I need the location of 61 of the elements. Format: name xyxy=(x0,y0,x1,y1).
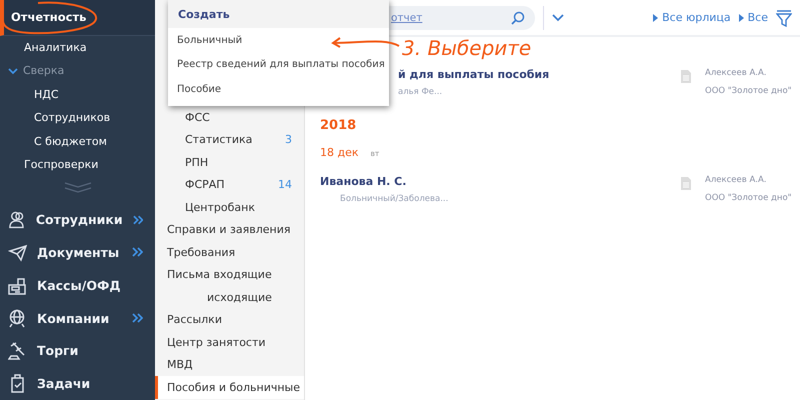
nav-item[interactable]: РПН xyxy=(155,151,304,174)
search-icon xyxy=(511,10,525,24)
paper-plane-icon xyxy=(8,242,27,262)
sidebar-item[interactable]: С бюджетом xyxy=(0,130,155,153)
author-name: Алексеев А.А. xyxy=(705,175,768,185)
people-icon xyxy=(8,210,26,230)
menu-item[interactable]: Компании xyxy=(37,310,122,326)
count-label: 14 xyxy=(278,178,292,192)
menu-item[interactable]: Больничный xyxy=(177,28,242,52)
section-tab[interactable]: Отчетность xyxy=(0,0,155,36)
sidebar-item[interactable]: Аналитика xyxy=(0,36,155,60)
menu-item[interactable]: Торги xyxy=(37,343,155,358)
date-label: 18 дек xyxy=(320,146,359,159)
nav-item-label: Статистика xyxy=(185,133,254,146)
menu-item[interactable]: Кассы/ОФД xyxy=(37,278,155,293)
sidebar-item[interactable]: Сотрудников xyxy=(0,106,155,130)
nav-item[interactable]: Статистика 3 xyxy=(155,128,304,151)
entry-title[interactable]: й для выплаты пособия xyxy=(398,68,550,81)
nav-item[interactable]: Рассылки xyxy=(155,308,304,331)
nav-item[interactable]: ФСРАП 14 xyxy=(155,174,304,196)
triangle-icon xyxy=(738,14,744,22)
sidebar-item[interactable]: Сверка xyxy=(23,64,64,78)
menu-item[interactable]: Сотрудники xyxy=(36,212,123,228)
chevron-down-icon xyxy=(552,14,564,22)
nav-item[interactable]: Центр занятости xyxy=(155,331,304,354)
filter-icon xyxy=(776,8,792,26)
nav-item[interactable]: ФСС xyxy=(155,106,304,128)
menu-item[interactable]: Пособие xyxy=(177,77,222,102)
menu-item[interactable]: Реестр сведений для выплаты пособия xyxy=(177,52,385,77)
count-label: 3 xyxy=(285,133,292,146)
document-icon xyxy=(681,70,691,83)
nav-item[interactable]: Письма входящие xyxy=(155,264,304,286)
company-name: ООО "Золотое дно" xyxy=(705,86,793,96)
nav-item[interactable]: Требования xyxy=(155,241,304,264)
nav-item[interactable]: МВД xyxy=(155,354,304,376)
nav-item[interactable]: Пособия и больничные xyxy=(155,376,304,398)
cash-register-icon xyxy=(8,276,27,295)
sidebar-item[interactable]: НДС xyxy=(0,82,155,106)
nav-item[interactable]: Справки и заявления xyxy=(155,218,304,241)
menu-header: Создать xyxy=(168,0,389,28)
menu-item[interactable]: Задачи xyxy=(37,376,155,392)
nav-item[interactable]: Центробанк xyxy=(155,196,304,218)
globe-icon xyxy=(8,308,27,328)
year-heading: 2018 xyxy=(320,116,358,134)
gavel-icon xyxy=(8,341,27,360)
nav-item-label: ФСРАП xyxy=(185,178,226,192)
entry-subtitle: Больничный/Заболева... xyxy=(339,194,448,204)
menu-item[interactable]: Документы xyxy=(37,244,122,260)
filter-link[interactable]: Все юрлица xyxy=(662,11,731,24)
document-icon xyxy=(681,177,691,190)
entry-title[interactable]: Иванова Н. С. xyxy=(320,175,406,188)
double-chevron-icon xyxy=(62,181,92,194)
nav-item[interactable]: исходящие xyxy=(155,286,304,308)
company-name: ООО "Золотое дно" xyxy=(705,193,793,203)
triangle-icon xyxy=(653,14,658,22)
search-value: отчет xyxy=(391,12,424,24)
annotation-text: 3. Выберите xyxy=(402,36,532,60)
filter-link[interactable]: Все xyxy=(748,11,768,24)
entry-subtitle: алья Фе... xyxy=(398,87,442,97)
sidebar-item[interactable]: Госпроверки xyxy=(0,152,155,176)
author-name: Алексеев А.А. xyxy=(705,68,768,78)
